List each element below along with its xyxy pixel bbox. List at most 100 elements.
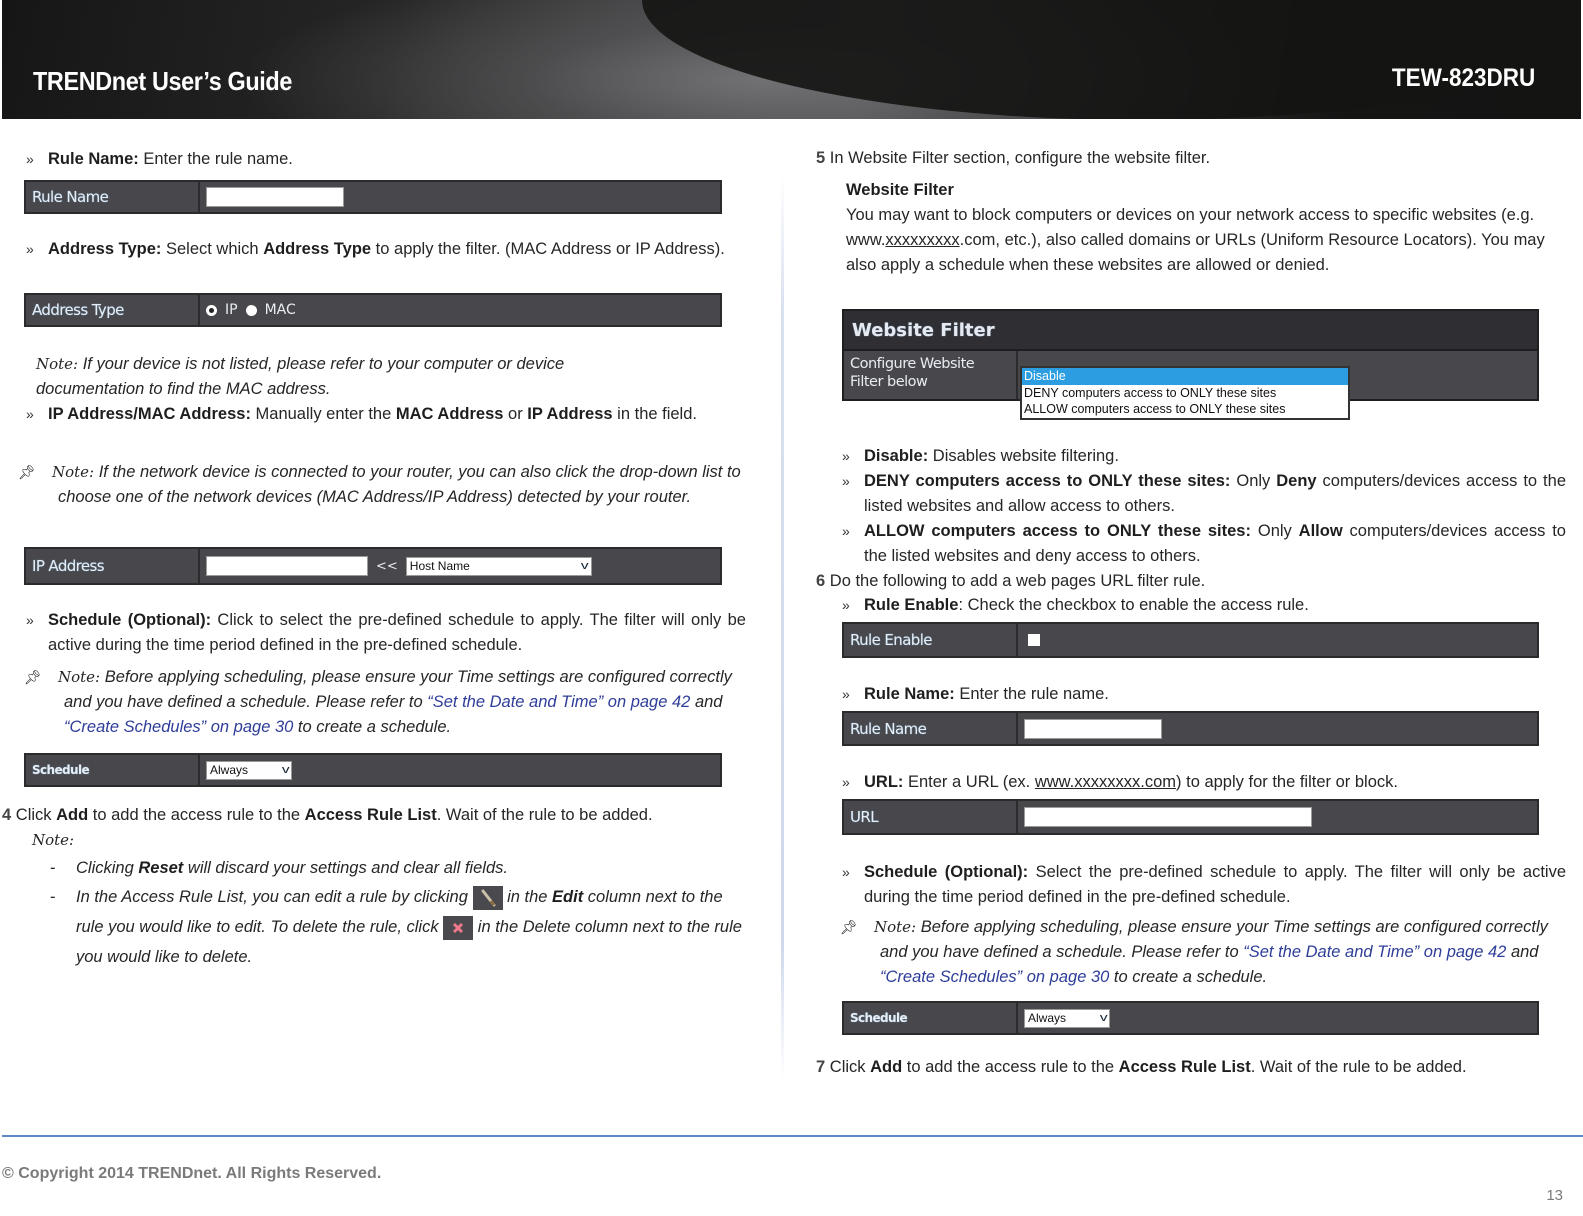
step-text: to add the access rule to the [88, 806, 305, 824]
website-filter-dropdown[interactable]: Disable DENY computers access to ONLY th… [1020, 366, 1350, 420]
page-number: 13 [1546, 1187, 1563, 1204]
bullet-icon: » [842, 597, 850, 613]
form-value [1018, 713, 1537, 744]
step-number: 6 [816, 572, 826, 590]
item-label: URL: [864, 773, 904, 791]
url-form-row: URL [842, 799, 1539, 835]
item-text: Enter a URL (ex. [903, 773, 1035, 791]
schedule-item: » Schedule (Optional): Select the pre-de… [842, 860, 1566, 910]
step-7: 7 Click Add to add the access rule to th… [816, 1055, 1556, 1080]
ip-address-form-row: IP Address << Host Name v [24, 547, 722, 585]
note-device-dropdown: 📌︎ Note: If the network device is connect… [18, 460, 746, 510]
item-bold: IP Address [527, 405, 613, 423]
section-title: Website Filter [846, 181, 954, 199]
note-schedule: 📌︎ Note: Before applying scheduling, plea… [840, 915, 1566, 990]
form-label: Configure Website Filter below [844, 351, 1018, 399]
step-bold: Add [870, 1058, 903, 1076]
item-label: Disable: [864, 447, 929, 465]
deny-item: » DENY computers access to ONLY these si… [842, 469, 1566, 519]
header-banner: TRENDnet User’s Guide TEW-823DRU [2, 0, 1581, 119]
panel-title: Website Filter [844, 311, 1537, 351]
allow-item: » ALLOW computers access to ONLY these s… [842, 519, 1566, 569]
radio-label: IP [225, 302, 238, 318]
bullet-icon: » [26, 151, 34, 167]
note-label: Note: [58, 668, 101, 686]
dash-icon: - [50, 859, 56, 877]
step-text: In Website Filter section, configure the… [825, 149, 1211, 167]
bullet-icon: » [842, 473, 850, 489]
note-label: Note: [874, 918, 917, 936]
note-text: will discard your settings and clear all… [183, 859, 508, 877]
address-type-item: » Address Type: Select which Address Typ… [26, 237, 746, 262]
step-5: 5 In Website Filter section, configure t… [816, 146, 1210, 171]
form-label: URL [844, 801, 1018, 833]
form-label: Rule Name [844, 713, 1018, 744]
form-value [1018, 801, 1537, 833]
pushpin-icon: 📌︎ [840, 919, 858, 935]
link-set-date-time[interactable]: “Set the Date and Time” on page 42 [427, 693, 690, 711]
item-text: Enter the rule name. [138, 150, 293, 168]
step-text: Click [11, 806, 57, 824]
guide-title: TRENDnet User’s Guide [33, 66, 293, 96]
note-label: Note: [32, 831, 75, 849]
form-value: Always v [1018, 1003, 1537, 1033]
step-bold: Access Rule List [1118, 1058, 1251, 1076]
form-label: Schedule [26, 755, 200, 785]
url-item: » URL: Enter a URL (ex. www.xxxxxxxx.com… [842, 770, 1566, 795]
link-set-date-time[interactable]: “Set the Date and Time” on page 42 [1243, 943, 1506, 961]
column-divider [781, 175, 784, 1080]
bullet-icon: » [26, 241, 34, 257]
note-text: in the [502, 888, 553, 906]
intro-underlined: xxxxxxxxx [885, 231, 960, 249]
link-create-schedules[interactable]: “Create Schedules” on page 30 [64, 718, 293, 736]
form-value: IP MAC [200, 295, 720, 325]
ip-address-input[interactable] [206, 556, 368, 576]
step-text: Do the following to add a web pages URL … [825, 572, 1206, 590]
host-name-select[interactable]: Host Name v [405, 556, 592, 576]
note-text: Clicking [76, 859, 139, 877]
item-text: ) to apply for the filter or block. [1176, 773, 1398, 791]
footer-divider [2, 1135, 1583, 1137]
rule-name-input[interactable] [1024, 718, 1162, 739]
step-number: 4 [2, 806, 12, 824]
edit-pencil-icon [472, 885, 503, 910]
website-filter-intro: Website Filter You may want to block com… [846, 178, 1556, 278]
item-bold: Allow [1298, 522, 1343, 540]
rule-name-item: » Rule Name: Enter the rule name. [842, 682, 1566, 707]
rule-enable-checkbox[interactable] [1028, 634, 1040, 646]
step-4: 4 Click Add to add the access rule to th… [2, 803, 746, 828]
step-bold: Add [56, 806, 89, 824]
copyright: © Copyright 2014 TRENDnet. All Rights Re… [2, 1165, 382, 1182]
item-label: Address Type: [48, 240, 162, 258]
model-name: TEW-823DRU [1391, 64, 1535, 92]
note-text: If the network device is connected to yo… [58, 463, 741, 506]
option-allow[interactable]: ALLOW computers access to ONLY these sit… [1022, 401, 1348, 418]
rule-name-input[interactable] [206, 187, 344, 207]
rule-name-form-row: Rule Name [842, 711, 1539, 746]
url-input[interactable] [1024, 807, 1312, 827]
schedule-select[interactable]: Always v [206, 760, 292, 780]
note-4-item-edit: - In the Access Rule List, you can edit … [50, 882, 750, 972]
item-label: Rule Name: [48, 150, 139, 168]
form-label: Rule Enable [844, 624, 1018, 656]
bullet-icon: » [26, 612, 34, 628]
item-text: Only [1230, 472, 1277, 490]
rule-name-item: » Rule Name: Enter the rule name. [26, 147, 746, 172]
rule-name-form-row: Rule Name [24, 180, 722, 214]
step-text: . Wait of the rule to be added. [436, 806, 653, 824]
radio-ip[interactable] [206, 304, 217, 316]
step-text: Click [825, 1058, 871, 1076]
option-deny[interactable]: DENY computers access to ONLY these site… [1022, 385, 1348, 402]
disable-item: » Disable: Disables website filtering. [842, 444, 1566, 469]
item-label: Rule Enable [864, 596, 959, 614]
bullet-icon: » [842, 686, 850, 702]
note-text: to create a schedule. [293, 718, 452, 736]
link-create-schedules[interactable]: “Create Schedules” on page 30 [880, 968, 1109, 986]
schedule-select[interactable]: Always v [1024, 1008, 1110, 1028]
note-bold: Edit [552, 888, 584, 906]
radio-mac[interactable] [245, 304, 257, 316]
item-bold: MAC Address [395, 405, 504, 423]
option-disable[interactable]: Disable [1022, 368, 1348, 385]
chevron-down-icon: v [1099, 1012, 1108, 1024]
item-label: Schedule (Optional): [864, 863, 1029, 881]
